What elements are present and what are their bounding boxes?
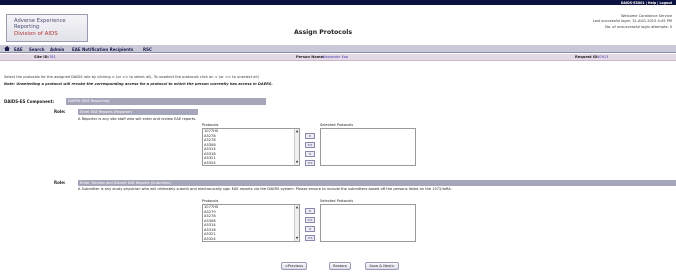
chevron-down-icon[interactable]: ▼ [295, 236, 299, 241]
revoke-note: Note: Unselecting a protocol will revoke… [4, 82, 273, 86]
nav-eae[interactable]: EAE [14, 47, 23, 52]
component-bar: DAERS (EAE Reporting) [66, 98, 266, 105]
nav-admin[interactable]: Admin [50, 47, 64, 52]
logo-line-2: Reporting [14, 24, 40, 30]
protocols-list-submitter[interactable]: 1077HS A5279 A5278 A5308 A5314 A5318 A53… [202, 204, 300, 242]
protocol-option[interactable]: A5324 [203, 237, 299, 242]
chevron-up-icon[interactable]: ▲ [295, 205, 299, 210]
chevron-down-icon[interactable]: ▼ [295, 160, 299, 165]
role-name-submitter: Enter, Review and Submit EAE Reports (Su… [80, 181, 172, 185]
request-id-label: Request ID: [575, 55, 599, 60]
remove-button[interactable]: < [305, 226, 315, 232]
selected-list-submitter[interactable] [320, 204, 416, 242]
previous-button[interactable]: <Previous [281, 262, 307, 270]
nav-search[interactable]: Search [29, 47, 44, 52]
selected-list-reporter[interactable] [320, 128, 416, 166]
role-label-submitter: Role: [54, 180, 66, 185]
site-id-value: 781 [49, 55, 56, 60]
role-desc-submitter: A Submitter is any study physician who w… [78, 187, 452, 191]
protocol-option[interactable]: A5324 [203, 161, 299, 166]
add-all-button[interactable]: >> [305, 217, 315, 223]
header: Adverse Experience Reporting Division of… [0, 5, 676, 43]
add-button[interactable]: > [305, 133, 315, 139]
app-logo: Adverse Experience Reporting Division of… [6, 14, 88, 42]
role-bar-submitter: Enter, Review and Submit EAE Reports (Su… [78, 180, 676, 186]
instructions-text: Select the protocols for the assigned DA… [4, 75, 259, 79]
info-bar: Site ID: 781 Person Name: Alexander Xao … [0, 54, 676, 61]
add-all-button[interactable]: >> [305, 142, 315, 148]
page-title: Assign Protocols [294, 29, 353, 36]
main-nav: EAE Search Admin EAE Notification Recipi… [0, 45, 676, 53]
component-value: DAERS (EAE Reporting) [68, 99, 110, 104]
role-desc-reporter: A Reporter is any site staff who will en… [78, 117, 197, 121]
role-name-reporter: Enter EAE Reports (Reporter) [80, 110, 133, 114]
nav-eae-notification-recipients[interactable]: EAE Notification Recipients [72, 47, 133, 52]
list-scrollbar[interactable]: ▲ ▼ [294, 129, 299, 165]
add-button[interactable]: > [305, 208, 315, 214]
protocols-list-reporter[interactable]: 1077HS A5278 A5278 A5308 A5314 A5318 A53… [202, 128, 300, 166]
site-id-label: Site ID: [34, 55, 49, 60]
list-scrollbar[interactable]: ▲ ▼ [294, 205, 299, 241]
welcome-panel: Welcome Constance Service Last successfu… [472, 14, 672, 30]
request-id-value: 10913 [597, 55, 609, 60]
protocols-header-reporter: Protocols [202, 123, 219, 127]
role-label-reporter: Role: [54, 109, 66, 114]
restore-button[interactable]: Restore [329, 262, 351, 270]
home-icon[interactable] [4, 46, 10, 52]
chevron-up-icon[interactable]: ▲ [295, 129, 299, 134]
selected-header-reporter: Selected Protocols [320, 123, 354, 127]
logo-line-3: Division of AIDS [14, 31, 58, 37]
nav-rsc[interactable]: RSC [143, 47, 152, 52]
remove-all-button[interactable]: << [305, 160, 315, 166]
person-name-label: Person Name: [296, 55, 325, 60]
top-links[interactable]: DAIDS-ES001 | Help | Logout [621, 1, 672, 5]
save-next-button[interactable]: Save & Next> [365, 262, 399, 270]
role-bar-reporter: Enter EAE Reports (Reporter) [78, 109, 198, 115]
remove-button[interactable]: < [305, 151, 315, 157]
failed-login-text: No. of unsuccessful login attempts: 0 [605, 24, 672, 29]
person-name-value: Alexander Xao [322, 55, 349, 60]
selected-header-submitter: Selected Protocols [320, 199, 354, 203]
component-label: DAIDS-ES Component: [4, 99, 55, 104]
protocols-header-submitter: Protocols [202, 199, 219, 203]
remove-all-button[interactable]: << [305, 235, 315, 241]
